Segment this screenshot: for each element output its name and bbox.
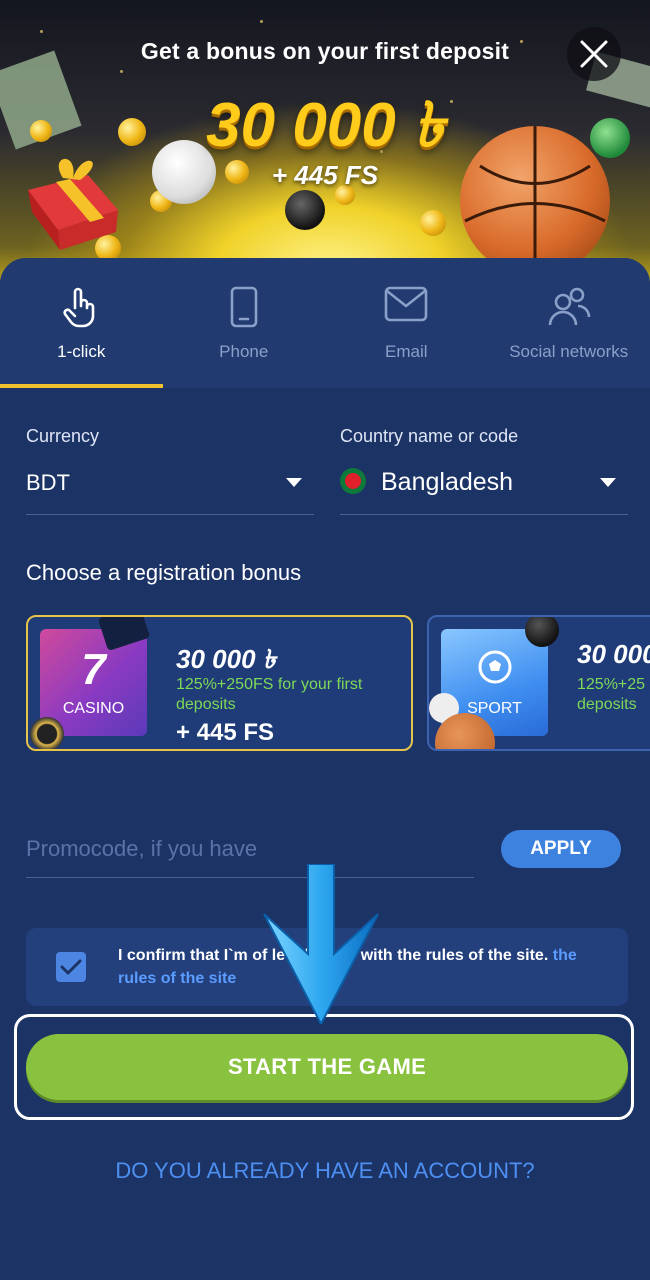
divider	[26, 877, 474, 878]
soccer-ball-icon	[478, 650, 512, 684]
poker-chip-icon	[30, 717, 64, 749]
casino-label: CASINO	[62, 700, 125, 717]
smartphone-icon	[230, 286, 258, 328]
bonus-card-sport[interactable]: SPORT 30 000 125%+25 deposits	[427, 615, 650, 751]
sparkle	[260, 20, 263, 23]
close-button[interactable]	[567, 27, 621, 81]
arrow-down-icon	[263, 864, 379, 1024]
tab-label: Email	[384, 342, 428, 361]
login-link[interactable]: DO YOU ALREADY HAVE AN ACCOUNT?	[0, 1158, 650, 1184]
hand-pointer-icon	[63, 287, 95, 328]
tab-label: Phone	[219, 342, 269, 361]
envelope-icon	[384, 286, 428, 322]
bonus-amount: 30 000	[577, 639, 650, 669]
banner-free-spins: + 445 FS	[271, 160, 379, 190]
billiard-ball-icon	[525, 617, 559, 647]
currency-label: Currency	[26, 426, 100, 446]
country-select[interactable]: Bangladesh	[381, 468, 513, 497]
billiard-ball-image	[285, 190, 325, 230]
chevron-down-icon[interactable]	[286, 478, 302, 487]
tab-social-networks[interactable]: Social networks	[488, 258, 650, 388]
bonus-description: 125%+250FS for your first deposits	[176, 676, 363, 713]
tab-label: 1-click	[57, 342, 106, 361]
apply-button[interactable]: APPLY	[501, 830, 621, 868]
tab-1-click[interactable]: 1-click	[0, 258, 163, 388]
terms-checkbox[interactable]	[56, 952, 86, 982]
promocode-input[interactable]: Promocode, if you have	[26, 836, 257, 862]
registration-panel: 1-click Phone Email Social networks Curr…	[0, 258, 650, 1280]
bonus-description: 125%+25 deposits	[577, 676, 646, 713]
users-icon	[548, 287, 591, 326]
chevron-down-icon[interactable]	[600, 478, 616, 487]
tab-label: Social networks	[509, 342, 629, 361]
divider	[340, 514, 628, 515]
checkmark-icon	[60, 959, 82, 975]
sparkle	[120, 70, 123, 73]
close-icon	[580, 40, 608, 68]
bonus-card-casino[interactable]: 7 CASINO 30 000 ৳ 125%+250FS for your fi…	[26, 615, 413, 751]
bonus-free-spins: + 445 FS	[176, 719, 275, 746]
bangladesh-flag-icon	[340, 468, 366, 494]
coin-image	[420, 210, 446, 236]
start-game-button[interactable]: START THE GAME	[26, 1034, 628, 1100]
registration-tabs: 1-click Phone Email Social networks	[0, 258, 650, 388]
tab-phone[interactable]: Phone	[163, 258, 326, 388]
country-label: Country name or code	[340, 426, 519, 446]
sparkle	[40, 30, 43, 33]
bonus-banner: Get a bonus on your first deposit 30 000…	[0, 0, 650, 290]
bonus-section-title: Choose a registration bonus	[26, 560, 302, 585]
tab-email[interactable]: Email	[325, 258, 488, 388]
banner-title: Get a bonus on your first deposit	[140, 38, 510, 64]
divider	[26, 514, 314, 515]
seven-icon: 7	[81, 645, 106, 694]
currency-select[interactable]: BDT	[26, 470, 70, 496]
